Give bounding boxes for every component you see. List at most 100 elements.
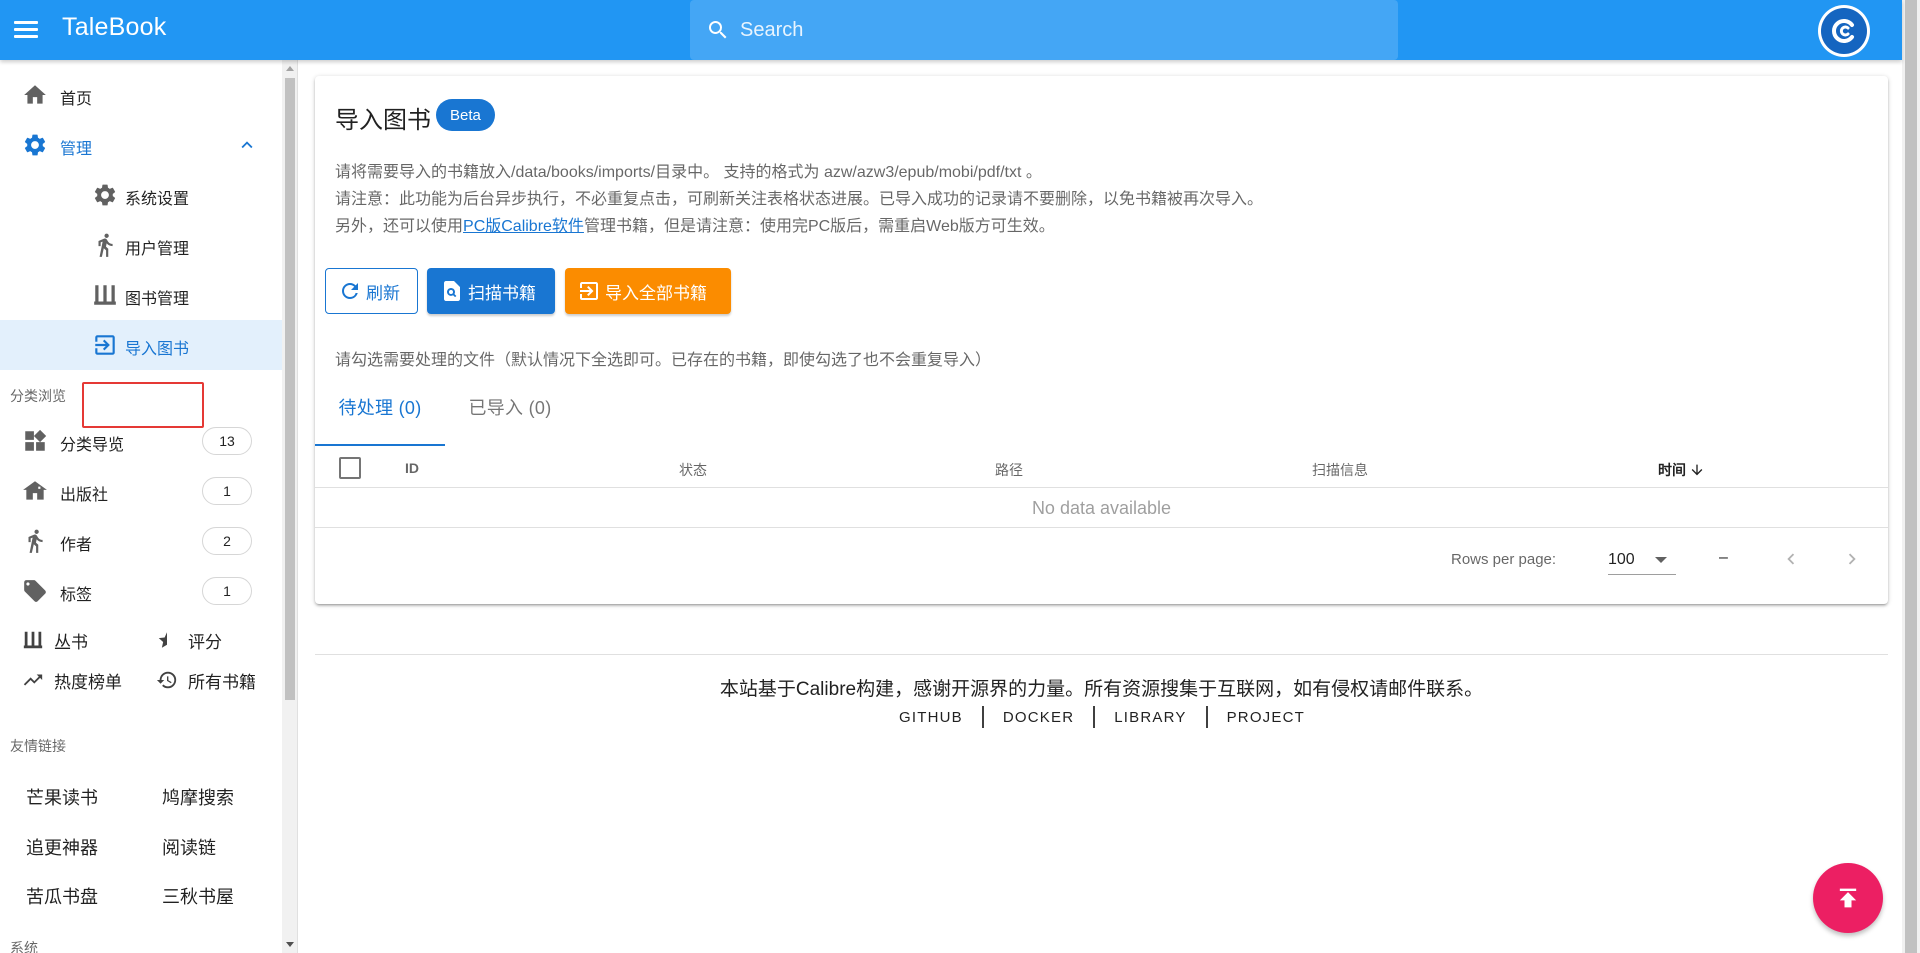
sidebar-item-label: 出版社 (60, 487, 109, 504)
refresh-button-label: 刷新 (366, 283, 400, 303)
sidebar-item-label: 标签 (60, 587, 93, 604)
table-header: ID 状态 路径 扫描信息 时间 (315, 448, 1888, 488)
sidebar-item-system-settings[interactable]: 系统设置 (0, 170, 282, 220)
gear-icon (24, 134, 46, 156)
widgets-icon (25, 429, 47, 451)
column-header-path[interactable]: 路径 (995, 460, 1023, 480)
history-icon (156, 671, 177, 689)
scan-button-label: 扫描书籍 (468, 283, 536, 303)
tab-pending[interactable]: 待处理 (0) (315, 394, 445, 446)
friend-link[interactable]: 鸠摩搜索 (162, 784, 234, 810)
footer-link-docker[interactable]: DOCKER (984, 709, 1093, 726)
footer-link-github[interactable]: GITHUB (880, 709, 982, 726)
friend-link[interactable]: 苦瓜书盘 (26, 883, 98, 909)
sidebar: 首页 管理 系统设置 用户管理 图书管理 导入图书 分类浏览 分类导览 13 出… (0, 60, 298, 953)
friend-link[interactable]: 芒果读书 (26, 784, 98, 810)
app-title[interactable]: TaleBook (62, 13, 166, 42)
sidebar-item-home[interactable]: 首页 (0, 70, 282, 120)
sidebar-item-book-management[interactable]: 图书管理 (0, 270, 282, 320)
column-header-time-label: 时间 (1658, 462, 1686, 478)
sidebar-scrollbar[interactable] (282, 60, 297, 953)
sidebar-item-all-books[interactable]: 所有书籍 (156, 660, 256, 700)
search-icon (709, 21, 727, 39)
no-data-message: No data available (315, 488, 1888, 528)
import-all-button-label: 导入全部书籍 (605, 283, 707, 303)
scan-books-button[interactable]: 扫描书籍 (427, 268, 555, 314)
search-input[interactable] (740, 0, 1380, 60)
chevron-right-icon (1848, 553, 1856, 565)
sidebar-item-publisher[interactable]: 出版社 1 (0, 466, 282, 516)
avatar[interactable] (1818, 5, 1870, 57)
footer-link-library[interactable]: LIBRARY (1095, 709, 1205, 726)
import-icon (95, 335, 115, 355)
friend-link[interactable]: 阅读链 (162, 834, 216, 860)
scroll-top-button[interactable] (1813, 863, 1883, 933)
arrow-down-icon (1691, 464, 1703, 476)
column-header-scan-info[interactable]: 扫描信息 (1312, 460, 1368, 480)
gear-icon (94, 184, 116, 206)
person-icon (28, 529, 43, 553)
arrow-up-icon (1839, 888, 1857, 908)
column-header-time[interactable]: 时间 (1658, 460, 1705, 480)
scan-icon (444, 281, 460, 301)
chevron-down-icon (1655, 557, 1667, 563)
tag-icon (24, 580, 46, 602)
import-card: 导入图书 Beta 请将需要导入的书籍放入/data/books/imports… (315, 76, 1888, 604)
count-badge: 1 (202, 477, 252, 505)
sidebar-item-label: 作者 (60, 537, 93, 554)
person-icon (98, 233, 113, 257)
sidebar-item-tag[interactable]: 标签 1 (0, 566, 282, 616)
sidebar-item-series[interactable]: 丛书 (22, 620, 88, 660)
table-pagination: Rows per page: 100 – (315, 529, 1888, 589)
sidebar-item-label: 评分 (188, 632, 222, 652)
sidebar-item-hot[interactable]: 热度榜单 (22, 660, 122, 700)
footer-divider (315, 654, 1888, 655)
section-header-links: 友情链接 (10, 738, 66, 754)
footer-link-project[interactable]: PROJECT (1208, 709, 1324, 726)
description-text: 另外，还可以使用 (335, 218, 464, 235)
next-page-button[interactable] (1836, 543, 1868, 575)
sidebar-item-label: 图书管理 (125, 291, 190, 308)
sidebar-item-user-management[interactable]: 用户管理 (0, 220, 282, 270)
rows-per-page-value: 100 (1608, 551, 1635, 568)
calibre-link[interactable]: PC版Calibre软件 (463, 218, 584, 235)
refresh-button[interactable]: 刷新 (325, 268, 418, 314)
description-line: 请注意：此功能为后台异步执行，不必重复点击，可刷新关注表格状态进展。已导入成功的… (335, 191, 1264, 208)
page-range: – (1719, 549, 1728, 566)
sidebar-item-rating[interactable]: 评分 (156, 620, 222, 660)
sidebar-item-label: 系统设置 (125, 191, 190, 208)
page-scrollbar[interactable] (1902, 0, 1920, 953)
friend-link[interactable]: 三秋书屋 (162, 883, 234, 909)
star-half-icon (158, 632, 167, 648)
footer-text: 本站基于Calibre构建，感谢开源界的力量。所有资源搜集于互联网，如有侵权请邮… (719, 679, 1484, 700)
chevron-left-icon (1787, 553, 1795, 565)
column-header-status[interactable]: 状态 (679, 460, 707, 480)
tab-imported[interactable]: 已导入 (0) (445, 394, 575, 446)
sidebar-item-import-books[interactable]: 导入图书 (0, 320, 282, 370)
home-icon (24, 85, 46, 104)
footer-links: GITHUB DOCKER LIBRARY PROJECT (880, 706, 1324, 728)
prev-page-button[interactable] (1775, 543, 1807, 575)
menu-icon[interactable] (12, 16, 40, 44)
import-all-button[interactable]: 导入全部书籍 (565, 268, 731, 314)
sidebar-item-category-nav[interactable]: 分类导览 13 (0, 416, 282, 466)
rows-per-page-select[interactable]: 100 (1608, 545, 1676, 575)
search-bar (690, 0, 1398, 60)
bookshelf-icon (23, 631, 43, 649)
column-header-id[interactable]: ID (405, 460, 419, 476)
section-header-browse: 分类浏览 (10, 388, 66, 404)
sidebar-item-label: 分类导览 (60, 437, 125, 454)
sidebar-item-label: 管理 (60, 141, 93, 158)
sidebar-item-author[interactable]: 作者 2 (0, 516, 282, 566)
description-line: 另外，还可以使用PC版Calibre软件管理书籍，但是请注意：使用完PC版后，需… (335, 212, 1055, 236)
rows-per-page-label: Rows per page: (1451, 551, 1557, 568)
app-bar: TaleBook (0, 0, 1902, 60)
beta-badge: Beta (436, 99, 495, 131)
sidebar-item-admin[interactable]: 管理 (0, 120, 282, 170)
description-line: 请将需要导入的书籍放入/data/books/imports/目录中。 支持的格… (335, 164, 1042, 181)
friend-link[interactable]: 追更神器 (26, 834, 98, 860)
description-text: 管理书籍，但是请注意：使用完PC版后，需重启Web版方可生效。 (583, 218, 1055, 235)
chevron-up-icon (241, 141, 253, 149)
sidebar-item-label: 所有书籍 (188, 672, 256, 692)
select-all-checkbox[interactable] (339, 457, 361, 479)
